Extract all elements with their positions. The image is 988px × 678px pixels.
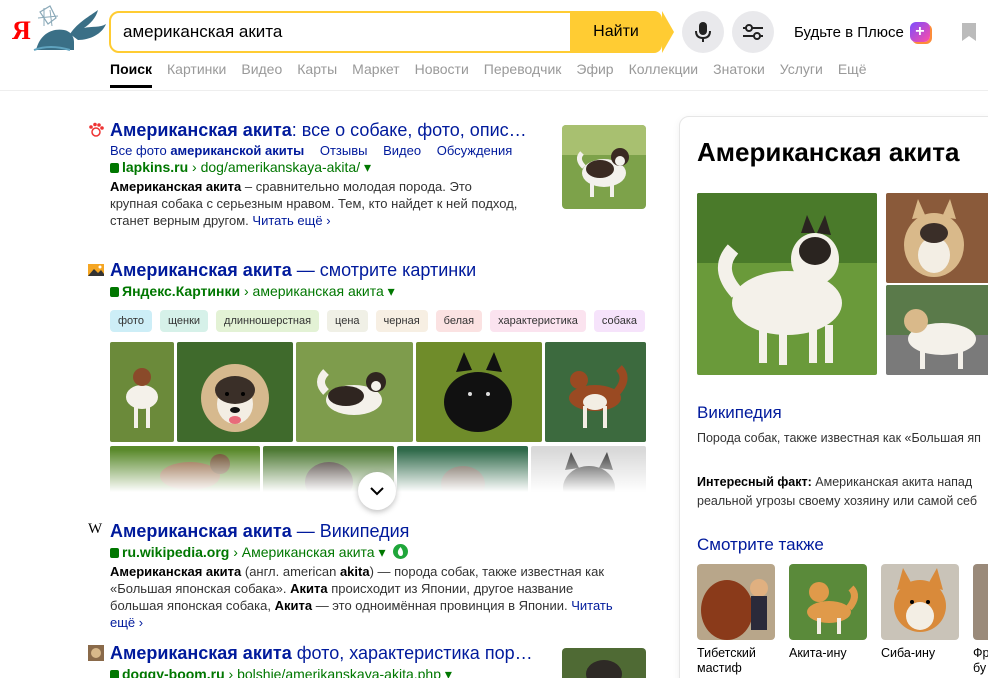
tab-collections[interactable]: Коллекции: [629, 61, 699, 88]
see-also-heading[interactable]: Смотрите также: [697, 535, 824, 555]
image-thumbnail[interactable]: [177, 342, 293, 442]
tab-news[interactable]: Новости: [415, 61, 469, 88]
see-also-label: Сиба-ину: [881, 646, 936, 660]
search-result-lapkins: Американская акита: все о собаке, фото, …: [88, 118, 538, 229]
lock-icon: [110, 548, 119, 558]
site-favicon-icon: [88, 645, 104, 661]
lock-icon: [110, 163, 119, 173]
tab-market[interactable]: Маркет: [352, 61, 399, 88]
search-result-wikipedia: W Американская акита — Википедия ru.wiki…: [88, 519, 648, 631]
header-divider: [0, 90, 988, 91]
tag-chip[interactable]: фото: [110, 310, 152, 332]
logo-letter: Я: [12, 16, 31, 45]
wikipedia-link[interactable]: Википедия: [697, 403, 782, 423]
panel-image[interactable]: [886, 193, 988, 283]
see-also-image: [973, 564, 988, 640]
tag-chip[interactable]: собака: [593, 310, 646, 332]
image-thumbnail[interactable]: [110, 342, 174, 442]
result-title[interactable]: Американская акита — Википедия: [110, 519, 648, 543]
tab-search[interactable]: Поиск: [110, 61, 153, 88]
tab-video[interactable]: Видео: [241, 61, 282, 88]
result-url[interactable]: lapkins.ru › dog/amerikanskaya-akita/ ▾: [110, 158, 538, 176]
tab-translate[interactable]: Переводчик: [484, 61, 562, 88]
wikipedia-icon: W: [88, 521, 103, 537]
result-url[interactable]: ru.wikipedia.org › Американская акита ▾: [110, 543, 648, 561]
chevron-down-icon: [370, 486, 384, 495]
result-title[interactable]: Американская акита — смотрите картинки: [110, 258, 648, 282]
plus-icon: +: [909, 22, 930, 42]
image-tags: фото щенки длинношерстная цена черная бе…: [110, 310, 648, 332]
lock-icon: [110, 287, 119, 297]
result-thumbnail[interactable]: [562, 125, 646, 209]
see-also-label: Акита-ину: [789, 646, 847, 660]
find-button-label: Найти: [593, 23, 639, 40]
image-thumbnail[interactable]: [545, 342, 646, 442]
fact-label: Интересный факт:: [697, 475, 812, 489]
search-result-doggy-boom: Американская акита фото, характеристика …: [88, 641, 538, 678]
result-snippet: Американская акита – сравнительно молода…: [110, 179, 518, 228]
search-filters-button[interactable]: [732, 11, 774, 53]
result-title[interactable]: Американская акита: все о собаке, фото, …: [110, 118, 538, 142]
sitelinks: Все фото американской акиты Отзывы Видео…: [110, 143, 538, 158]
tag-chip[interactable]: цена: [327, 310, 368, 332]
voice-search-button[interactable]: [682, 11, 724, 53]
panel-title: Американская акита: [697, 137, 960, 167]
panel-fact: Интересный факт: Американская акита напа…: [697, 475, 978, 508]
find-button[interactable]: Найти: [570, 11, 674, 53]
tag-chip[interactable]: белая: [435, 310, 483, 332]
tag-chip[interactable]: щенки: [159, 310, 209, 332]
tag-chip[interactable]: характеристика: [490, 310, 586, 332]
sitelink-all-photos[interactable]: Все фото американской акиты: [110, 143, 304, 158]
result-snippet: Американская акита (англ. american akita…: [110, 564, 613, 630]
read-more-link[interactable]: Читать ещё ›: [252, 213, 330, 228]
result-title[interactable]: Американская акита фото, характеристика …: [110, 641, 538, 665]
panel-image[interactable]: [886, 285, 988, 375]
panel-description: Порода собак, также известная как «Больш…: [697, 431, 981, 445]
tab-more[interactable]: Ещё: [838, 61, 867, 88]
see-also-card[interactable]: Акита-ину: [789, 564, 867, 661]
microphone-icon: [695, 22, 711, 42]
whale-logo-icon: [33, 5, 106, 51]
see-also-label: Фр бу: [973, 646, 988, 675]
knowledge-panel: Американская акита Википедия Порода соба…: [679, 116, 988, 678]
panel-main-image[interactable]: [697, 193, 877, 375]
dog-photo: [562, 125, 646, 209]
see-also-label: Тибетский мастиф: [697, 646, 756, 675]
images-icon: [88, 264, 104, 276]
tab-znatoki[interactable]: Знатоки: [713, 61, 765, 88]
sliders-icon: [743, 24, 763, 40]
tag-chip[interactable]: черная: [375, 310, 428, 332]
plus-promo-link[interactable]: Будьте в Плюсе +: [794, 22, 930, 42]
result-url[interactable]: doggy-boom.ru › bolshie/amerikanskaya-ak…: [110, 665, 538, 678]
see-also-image: [697, 564, 775, 640]
see-also-image: [881, 564, 959, 640]
lock-icon: [110, 670, 119, 678]
image-thumbnail[interactable]: [416, 342, 542, 442]
verified-icon: [393, 544, 409, 559]
result-url[interactable]: Яндекс.Картинки › американская акита ▾: [110, 282, 648, 300]
image-thumbnail[interactable]: [296, 342, 413, 442]
tab-efir[interactable]: Эфир: [576, 61, 613, 88]
see-also-card[interactable]: Тибетский мастиф: [697, 564, 775, 676]
sitelink-reviews[interactable]: Отзывы: [320, 143, 368, 158]
tab-images[interactable]: Картинки: [167, 61, 226, 88]
paw-icon: [89, 122, 104, 137]
search-result-images: Американская акита — смотрите картинки Я…: [88, 258, 648, 332]
see-also-image: [789, 564, 867, 640]
tab-services[interactable]: Услуги: [780, 61, 823, 88]
tab-maps[interactable]: Карты: [297, 61, 337, 88]
see-also-card[interactable]: Фр бу: [973, 564, 988, 676]
tag-chip[interactable]: длинношерстная: [216, 310, 320, 332]
search-input[interactable]: [111, 13, 628, 51]
result-thumbnail[interactable]: [562, 648, 646, 678]
see-also-card[interactable]: Сиба-ину: [881, 564, 959, 661]
expand-images-button[interactable]: [358, 472, 396, 510]
sitelink-video[interactable]: Видео: [383, 143, 421, 158]
search-tabs: Поиск Картинки Видео Карты Маркет Новост…: [110, 61, 882, 88]
sitelink-discussions[interactable]: Обсуждения: [437, 143, 513, 158]
yandex-logo[interactable]: Я: [12, 4, 106, 52]
bookmark-icon[interactable]: [960, 22, 978, 42]
plus-label: Будьте в Плюсе: [794, 23, 904, 41]
